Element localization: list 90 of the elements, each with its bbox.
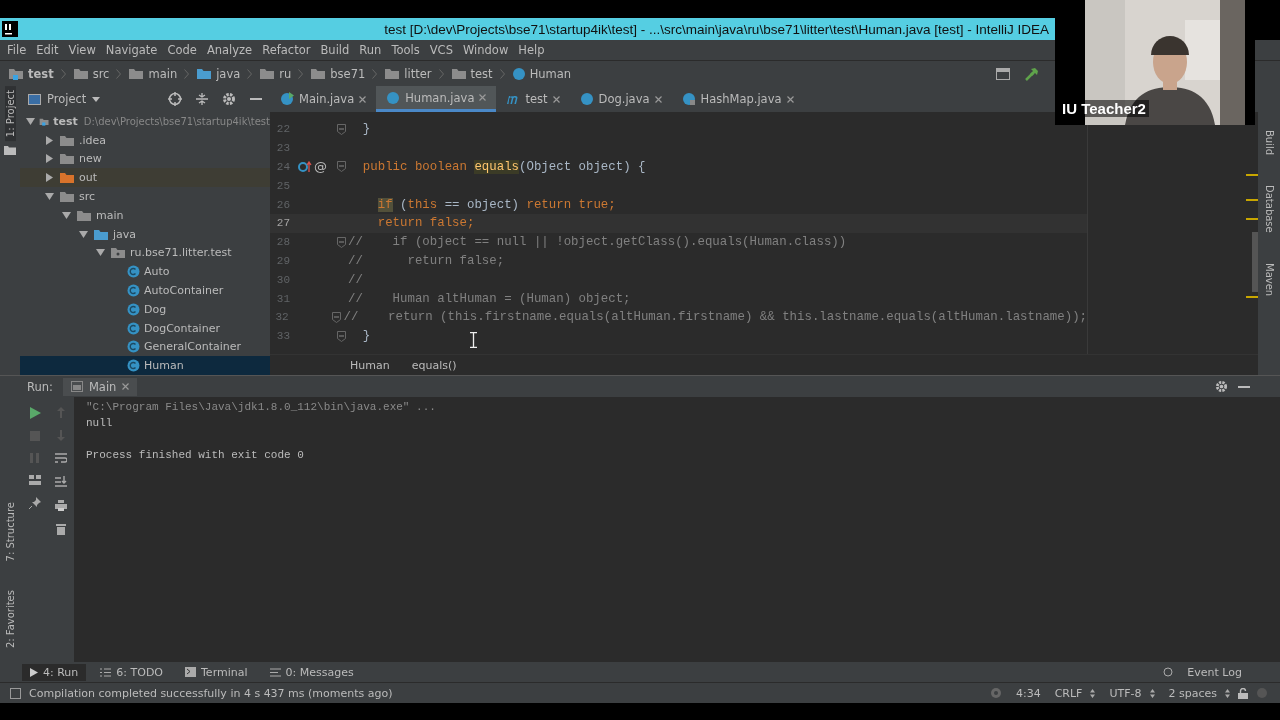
structure-tool-tab[interactable]: 7: Structure (4, 498, 16, 566)
breadcrumb-item[interactable]: src (92, 66, 110, 81)
menu-item[interactable]: Tools (386, 43, 425, 57)
code-line: public boolean equals(Object object) { (361, 160, 646, 174)
tree-item[interactable]: Auto (20, 262, 270, 282)
editor-tab[interactable]: Human.java (376, 86, 497, 112)
tool-window-tab[interactable]: Maven (1263, 258, 1275, 300)
tree-item[interactable]: src (20, 187, 270, 206)
breadcrumb-item[interactable]: test (470, 66, 493, 81)
menu-item[interactable]: VCS (424, 43, 458, 57)
tree-item[interactable]: DogContainer (20, 318, 270, 338)
code-line: } (361, 122, 371, 137)
line-number: 28 (275, 236, 290, 249)
tree-item[interactable]: new (20, 149, 270, 169)
editor-tab[interactable]: Dog.java (569, 86, 672, 112)
breadcrumb-item[interactable]: litter (404, 66, 432, 81)
favorites-tool-tab[interactable]: 2: Favorites (4, 585, 16, 652)
run-tab[interactable]: Main (62, 377, 138, 396)
breadcrumb-item[interactable]: Human (529, 66, 572, 81)
code-line: // Human altHuman = (Human) object; (348, 291, 631, 306)
code-line: // return false; (348, 253, 505, 268)
menu-item[interactable]: Help (513, 43, 550, 57)
line-number: 26 (275, 198, 290, 211)
caret-position[interactable]: 4:34 (1015, 686, 1041, 700)
tool-window-tab[interactable]: 4: Run (22, 663, 87, 681)
annotation-mark: @ (314, 159, 327, 175)
code-line: // return (this.firstname.equals(altHuman.firstname) && this.lastname.equals(altHuman.lastname)); (343, 310, 1087, 325)
breadcrumb-item[interactable]: main (148, 66, 178, 81)
editor-tab[interactable]: test (496, 86, 570, 112)
editor-tab[interactable]: Main.java (270, 86, 377, 112)
tool-window-tab[interactable]: Database (1263, 181, 1275, 237)
run-label: Run: (27, 379, 53, 394)
code-line: if (this == object) return true; (376, 197, 616, 212)
tree-item[interactable]: java (20, 224, 270, 244)
menu-item[interactable]: Build (315, 43, 355, 57)
tree-item[interactable]: main (20, 206, 270, 225)
project-tool-tab[interactable]: 1: Project (4, 86, 16, 142)
breadcrumb-item[interactable]: java (216, 66, 241, 81)
line-number: 29 (275, 254, 290, 267)
tool-window-tab[interactable]: 0: Messages (261, 663, 362, 681)
menu-item[interactable]: Analyze (201, 43, 258, 57)
code-line: } (361, 329, 371, 344)
tree-item[interactable]: ru.bse71.litter.test (20, 243, 270, 263)
line-number: 25 (275, 179, 290, 192)
code-line: return false; (376, 216, 475, 231)
line-number: 31 (275, 292, 290, 305)
breadcrumb-item[interactable]: bse71 (330, 66, 366, 81)
console-line: null (86, 417, 113, 429)
console-line: Process finished with exit code 0 (86, 449, 304, 461)
tree-item[interactable]: .idea (20, 130, 270, 150)
window-title: test [D:\dev\Projects\bse71\startup4ik\test] - ...\src\main\java\ru\bse71\litter\test\Human.java [test] - IntelliJ IDEA (383, 21, 1050, 37)
menu-item[interactable]: Navigate (100, 43, 163, 57)
breadcrumb-item[interactable]: ru (279, 66, 292, 81)
breadcrumb-item[interactable]: Human (350, 358, 390, 372)
tree-item[interactable]: AutoContainer (20, 281, 270, 300)
status-message: Compilation completed successfully in 4 s 437 ms (moments ago) (29, 686, 393, 700)
project-path: D:\dev\Projects\bse71\startup4ik\test (83, 115, 270, 127)
indent-selector[interactable]: 2 spaces (1168, 686, 1217, 700)
menu-item[interactable]: Window (457, 43, 514, 57)
tree-item[interactable]: Dog (20, 299, 270, 319)
menu-item[interactable]: View (63, 43, 101, 57)
line-number: 23 (275, 142, 290, 155)
project-view-selector[interactable]: Project (47, 92, 87, 106)
menu-item[interactable]: Run (354, 43, 387, 57)
menu-item[interactable]: File (2, 43, 32, 57)
code-line: // (348, 272, 363, 287)
tool-window-tab[interactable]: Terminal (177, 663, 256, 681)
breadcrumb-item[interactable]: equals() (411, 358, 457, 372)
tool-window-tab[interactable]: 6: TODO (92, 663, 171, 681)
line-number: 33 (275, 330, 290, 343)
line-number: 30 (275, 273, 290, 286)
console-line: "C:\Program Files\Java\jdk1.8.0_112\bin\java.exe" ... (86, 401, 436, 413)
tree-item[interactable]: out (20, 168, 270, 188)
tool-window-tab[interactable]: Build (1263, 126, 1275, 160)
editor-tab[interactable]: HashMap.java (671, 86, 804, 112)
menu-item[interactable]: Refactor (257, 43, 316, 57)
code-line: // if (object == null || !object.getClass().equals(Human.class)) (348, 235, 847, 250)
tree-item[interactable]: Human (20, 356, 270, 375)
line-separator-selector[interactable]: CRLF (1054, 686, 1083, 700)
event-log-tab[interactable]: Event Log (1179, 663, 1250, 681)
line-number: 22 (275, 123, 290, 136)
line-number: 32 (274, 311, 289, 324)
tree-item[interactable]: GeneralContainer (20, 337, 270, 357)
menu-item[interactable]: Edit (31, 43, 64, 57)
tree-item[interactable]: test D:\dev\Projects\bse71\startup4ik\test (20, 112, 270, 131)
encoding-selector[interactable]: UTF-8 (1109, 686, 1142, 700)
line-number: 27 (275, 217, 290, 230)
line-number: 24 (275, 161, 290, 173)
menu-item[interactable]: Code (162, 43, 202, 57)
breadcrumb-item[interactable]: test (28, 66, 54, 81)
